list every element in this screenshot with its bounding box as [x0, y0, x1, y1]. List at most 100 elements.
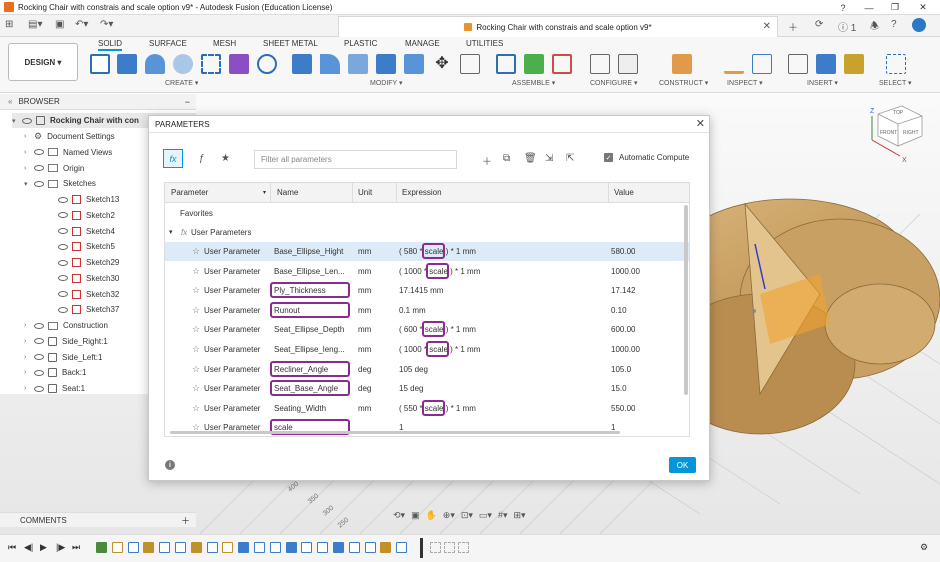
extrude-icon[interactable] — [117, 54, 137, 74]
expand-arrow-icon[interactable]: › — [24, 149, 34, 156]
timeline-feature[interactable] — [333, 542, 344, 553]
favorite-star-icon[interactable]: ☆ — [192, 266, 200, 277]
timeline-feature[interactable] — [127, 542, 139, 553]
group-construct[interactable]: CONSTRUCT ▾ — [659, 79, 708, 87]
create-form-icon[interactable] — [229, 54, 249, 74]
close-window-button[interactable]: ✕ — [910, 0, 936, 15]
visibility-eye-icon[interactable] — [58, 212, 68, 219]
chamfer-icon[interactable] — [348, 54, 368, 74]
step-forward-icon[interactable]: |▶ — [56, 542, 65, 553]
timeline-feature[interactable] — [238, 542, 250, 553]
expand-arrow-icon[interactable]: ▾ — [24, 180, 34, 188]
browser-item[interactable]: › Named Views — [24, 145, 112, 160]
ok-button[interactable]: OK — [669, 457, 696, 473]
favorite-star-icon[interactable]: ☆ — [192, 383, 200, 394]
go-to-end-icon[interactable]: ⏭ — [72, 542, 80, 553]
browser-item[interactable]: Sketch29 — [48, 255, 119, 270]
visibility-eye-icon[interactable] — [22, 117, 32, 124]
favorite-star-icon[interactable]: ☆ — [192, 364, 200, 375]
timeline-feature[interactable] — [380, 542, 392, 553]
group-assemble[interactable]: ASSEMBLE ▾ — [512, 79, 555, 87]
minimize-panel-icon[interactable]: − — [185, 97, 190, 107]
tab-plastic[interactable]: PLASTIC — [344, 39, 377, 48]
timeline-feature-suppressed[interactable] — [458, 542, 469, 553]
pan-icon[interactable]: ✋ — [426, 510, 437, 521]
timeline-feature[interactable] — [143, 542, 155, 553]
timeline-feature-suppressed[interactable] — [430, 542, 441, 553]
table-row[interactable]: ☆ User Parameter Seat_Base_Angle deg 15 deg 1… — [165, 379, 689, 398]
column-header-expression[interactable]: Expression — [402, 188, 442, 197]
table-row[interactable]: ☆ User Parameter Recliner_Angle deg 105 deg 1… — [165, 360, 689, 379]
parameter-expression-cell[interactable]: 17.1415 mm — [399, 286, 443, 295]
timeline-feature[interactable] — [111, 542, 123, 553]
column-header-parameter[interactable]: Parameter — [171, 188, 208, 197]
column-header-unit[interactable]: Unit — [358, 188, 372, 197]
vertical-scrollbar[interactable] — [684, 205, 688, 395]
info-icon[interactable]: i — [165, 460, 175, 470]
group-select[interactable]: SELECT ▾ — [879, 79, 912, 87]
fit-icon[interactable]: ⊡▾ — [461, 510, 473, 521]
favorite-star-icon[interactable]: ☆ — [192, 324, 200, 335]
timeline-feature[interactable] — [301, 542, 313, 553]
revolve-icon[interactable] — [145, 54, 165, 74]
favorite-star-icon[interactable]: ☆ — [192, 344, 200, 355]
visibility-eye-icon[interactable] — [58, 275, 68, 282]
tab-utilities[interactable]: UTILITIES — [466, 39, 503, 48]
grid-settings-icon[interactable]: #▾ — [498, 510, 508, 521]
configure-icon[interactable] — [590, 54, 610, 74]
notifications-icon[interactable]: ⓘ 1 — [838, 19, 856, 34]
tab-solid[interactable]: SOLID — [98, 39, 123, 51]
look-at-icon[interactable]: ▣ — [411, 510, 420, 521]
browser-item[interactable]: › Side_Left:1 — [24, 350, 102, 365]
align-icon[interactable] — [460, 54, 480, 74]
browser-item[interactable]: › Construction — [24, 318, 108, 333]
visibility-eye-icon[interactable] — [34, 165, 44, 171]
column-header-name[interactable]: Name — [277, 188, 298, 197]
visibility-eye-icon[interactable] — [58, 291, 68, 297]
timeline-feature[interactable] — [159, 542, 171, 553]
visibility-eye-icon[interactable] — [34, 354, 44, 360]
timeline-feature[interactable] — [254, 542, 265, 553]
automatic-compute-checkbox[interactable]: ✓ Automatic Compute — [604, 153, 689, 162]
group-modify[interactable]: MODIFY ▾ — [370, 79, 403, 87]
browser-item[interactable]: Sketch5 — [48, 239, 115, 254]
timeline-feature[interactable] — [364, 542, 376, 553]
visibility-eye-icon[interactable] — [58, 243, 68, 250]
section-analysis-icon[interactable] — [752, 54, 772, 74]
add-parameter-icon[interactable]: ＋ — [482, 153, 492, 168]
app-grid-icon[interactable]: ⊞ — [5, 19, 13, 30]
tab-sheet-metal[interactable]: SHEET METAL — [263, 39, 318, 48]
table-row[interactable]: ☆ User Parameter Base_Ellipse_Hight mm ( 580… — [165, 242, 689, 261]
go-to-start-icon[interactable]: ⏮ — [8, 542, 16, 553]
new-sketch-icon[interactable] — [90, 54, 110, 74]
visibility-eye-icon[interactable] — [58, 259, 68, 266]
maximize-button[interactable]: ❐ — [882, 0, 908, 15]
orbit-icon[interactable]: ⟲▾ — [393, 510, 405, 521]
collapse-arrows-icon[interactable]: « — [8, 97, 12, 106]
expand-arrow-icon[interactable]: › — [24, 385, 34, 392]
expand-arrow-icon[interactable]: › — [24, 133, 34, 140]
parameter-expression-cell[interactable]: 15 deg — [399, 384, 423, 393]
move-icon[interactable]: ✥ — [432, 54, 452, 74]
collapse-arrow-icon[interactable]: ▾ — [12, 117, 22, 125]
table-row[interactable]: ☆ User Parameter Seat_Ellipse_leng... mm ( 1… — [165, 340, 689, 359]
tab-manage[interactable]: MANAGE — [405, 39, 440, 48]
expand-arrow-icon[interactable]: › — [24, 369, 34, 376]
visibility-eye-icon[interactable] — [58, 228, 68, 234]
table-row[interactable]: ☆ User Parameter scale 1 1 — [165, 418, 689, 436]
table-icon[interactable] — [618, 54, 638, 74]
table-row[interactable]: ☆ User Parameter Runout mm 0.1 mm 0.10 — [165, 301, 689, 320]
browser-item[interactable]: Sketch2 — [48, 208, 115, 223]
fx-all-parameters-button[interactable]: fx — [163, 149, 183, 168]
joint-icon[interactable] — [524, 54, 544, 74]
combine-icon[interactable] — [404, 54, 424, 74]
pattern-icon[interactable] — [201, 54, 221, 74]
job-status-icon[interactable]: ⟳ — [815, 19, 823, 30]
favorite-star-icon[interactable]: ★ — [221, 153, 230, 164]
file-menu-icon[interactable]: ▤▾ — [28, 19, 42, 30]
table-row[interactable]: ☆ User Parameter Seat_Ellipse_Depth mm ( 600… — [165, 320, 689, 339]
mirror-icon[interactable] — [257, 54, 277, 74]
visibility-eye-icon[interactable] — [34, 180, 44, 187]
minimize-button[interactable]: — — [856, 0, 882, 15]
tab-mesh[interactable]: MESH — [213, 39, 236, 48]
